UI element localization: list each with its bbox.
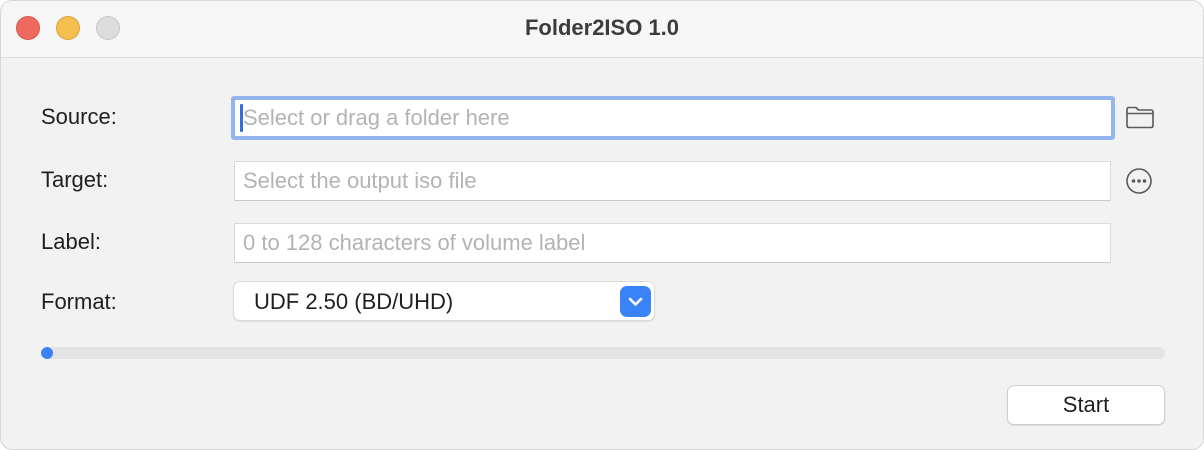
target-input[interactable] — [234, 161, 1111, 201]
folder-icon — [1126, 106, 1154, 129]
format-dropdown-toggle[interactable] — [620, 286, 651, 317]
volume-label-label: Label: — [41, 229, 101, 254]
progress-bar — [41, 347, 1165, 359]
text-caret — [240, 104, 243, 132]
progress-bar-fill — [41, 347, 53, 359]
format-label: Format: — [41, 289, 117, 314]
chevron-down-icon — [628, 297, 643, 306]
target-label: Target: — [41, 167, 109, 192]
app-window: Folder2ISO 1.0 Source: Target: Label: Fo… — [0, 0, 1204, 450]
browse-source-button[interactable] — [1124, 101, 1156, 133]
window-title: Folder2ISO 1.0 — [524, 15, 680, 40]
browse-target-button[interactable] — [1123, 165, 1155, 197]
start-button[interactable]: Start — [1007, 385, 1165, 425]
volume-label-input[interactable] — [234, 223, 1111, 263]
title-bar[interactable]: Folder2ISO 1.0 — [1, 1, 1203, 58]
source-label: Source: — [41, 104, 117, 129]
source-input[interactable] — [231, 96, 1115, 140]
format-selected-value: UDF 2.50 (BD/UHD) — [254, 289, 454, 314]
ellipsis-circle-icon — [1126, 168, 1152, 194]
format-select[interactable]: UDF 2.50 (BD/UHD) — [233, 281, 655, 321]
